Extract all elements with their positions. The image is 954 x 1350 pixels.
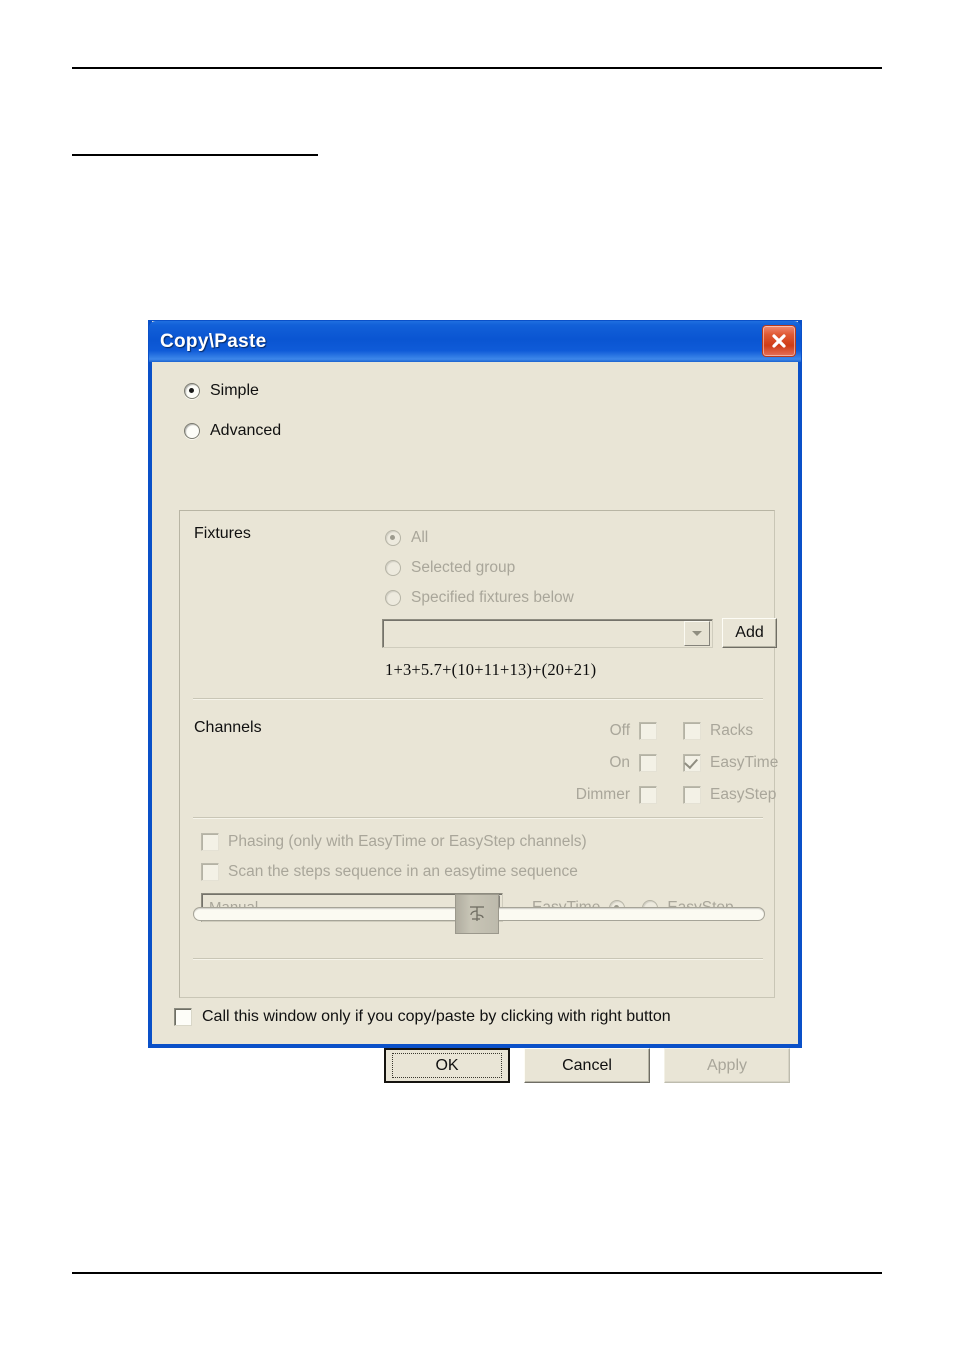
fixtures-section-label: Fixtures [194, 525, 251, 542]
fixtures-option-all[interactable]: All [385, 523, 574, 553]
page-header-rule [72, 67, 882, 69]
phasing-slider-thumb[interactable] [455, 894, 499, 934]
channel-dimmer-label: Dimmer [575, 786, 630, 803]
scan-checkbox-row[interactable]: Scan the steps sequence in an easytime s… [201, 857, 763, 887]
mode-option-simple-label: Simple [210, 382, 259, 399]
fixtures-option-specified[interactable]: Specified fixtures below [385, 583, 574, 613]
channel-off-label: Off [609, 722, 630, 739]
call-window-label: Call this window only if you copy/paste … [202, 1008, 671, 1025]
apply-button: Apply [664, 1048, 790, 1083]
checkbox-racks[interactable] [683, 722, 701, 740]
section-underline-rule [72, 154, 318, 156]
settings-group-panel: Fixtures All Selected group Specified fi… [179, 510, 778, 998]
scan-steps-label: Scan the steps sequence in an easytime s… [228, 863, 578, 880]
chevron-down-icon[interactable] [684, 620, 710, 646]
apply-button-label: Apply [706, 1056, 748, 1074]
dialog-button-row: OK Cancel Apply [152, 1048, 798, 1088]
radio-all-icon[interactable] [385, 530, 401, 546]
ok-button[interactable]: OK [384, 1048, 510, 1083]
channel-easytime-label: EasyTime [710, 754, 779, 771]
fixture-expression: 1+3+5.7+(10+11+13)+(20+21) [385, 660, 597, 679]
dialog-title: Copy\Paste [160, 330, 267, 352]
phasing-checkbox-row[interactable]: Phasing (only with EasyTime or EasyStep … [201, 827, 763, 857]
checkbox-easystep[interactable] [683, 786, 701, 804]
divider-fixtures-channels [193, 698, 763, 699]
page-footer-rule [72, 1272, 882, 1274]
channel-on-label: On [609, 754, 630, 771]
channels-section-label: Channels [194, 719, 262, 736]
channels-row: Off Racks [526, 715, 778, 747]
phasing-slider[interactable] [193, 891, 765, 934]
checkbox-easytime[interactable] [683, 754, 701, 772]
channels-row: On EasyTime [526, 747, 778, 779]
channels-grid: Off Racks On EasyTime Dimmer EasyStep [526, 715, 778, 811]
channel-easystep-label: EasyStep [710, 786, 777, 803]
cancel-button[interactable]: Cancel [524, 1048, 650, 1083]
dialog-client-area: Simple Advanced Fixtures All Selected gr… [152, 380, 798, 1083]
fixtures-option-list: All Selected group Specified fixtures be… [385, 523, 574, 613]
ok-button-label: OK [435, 1056, 459, 1074]
checkbox-off[interactable] [639, 722, 657, 740]
fixtures-option-selected-group-label: Selected group [411, 559, 516, 576]
radio-simple-icon[interactable] [184, 383, 200, 399]
radio-selected-group-icon[interactable] [385, 560, 401, 576]
divider-phasing-bottom [193, 958, 763, 959]
checkbox-dimmer[interactable] [639, 786, 657, 804]
fixture-selector-row: Add [382, 618, 777, 648]
mode-option-advanced[interactable]: Advanced [184, 420, 798, 442]
checkbox-phasing[interactable] [201, 833, 219, 851]
checkbox-call-window[interactable] [174, 1008, 192, 1026]
mode-option-simple[interactable]: Simple [184, 380, 798, 402]
channel-racks-label: Racks [710, 722, 754, 739]
fixtures-option-all-label: All [411, 529, 429, 546]
checkbox-on[interactable] [639, 754, 657, 772]
channels-row: Dimmer EasyStep [526, 779, 778, 811]
copy-paste-dialog: Copy\Paste Simple Advanced Fixtures All [149, 321, 801, 1083]
mode-option-advanced-label: Advanced [210, 422, 282, 439]
add-button-label: Add [735, 624, 764, 641]
phasing-label: Phasing (only with EasyTime or EasyStep … [228, 833, 587, 850]
fixture-combo[interactable] [382, 618, 713, 648]
fixtures-option-selected-group[interactable]: Selected group [385, 553, 574, 583]
radio-specified-fixtures-icon[interactable] [385, 590, 401, 606]
call-window-checkbox-row[interactable]: Call this window only if you copy/paste … [174, 1008, 671, 1026]
dialog-titlebar: Copy\Paste [149, 321, 801, 362]
radio-advanced-icon[interactable] [184, 423, 200, 439]
fixtures-option-specified-label: Specified fixtures below [411, 589, 574, 606]
divider-channels-phasing [193, 817, 763, 818]
add-button[interactable]: Add [722, 618, 777, 648]
ok-button-focus-ring: OK [392, 1053, 502, 1078]
close-icon[interactable] [762, 325, 796, 357]
checkbox-scan-steps[interactable] [201, 863, 219, 881]
cancel-button-label: Cancel [562, 1056, 612, 1074]
